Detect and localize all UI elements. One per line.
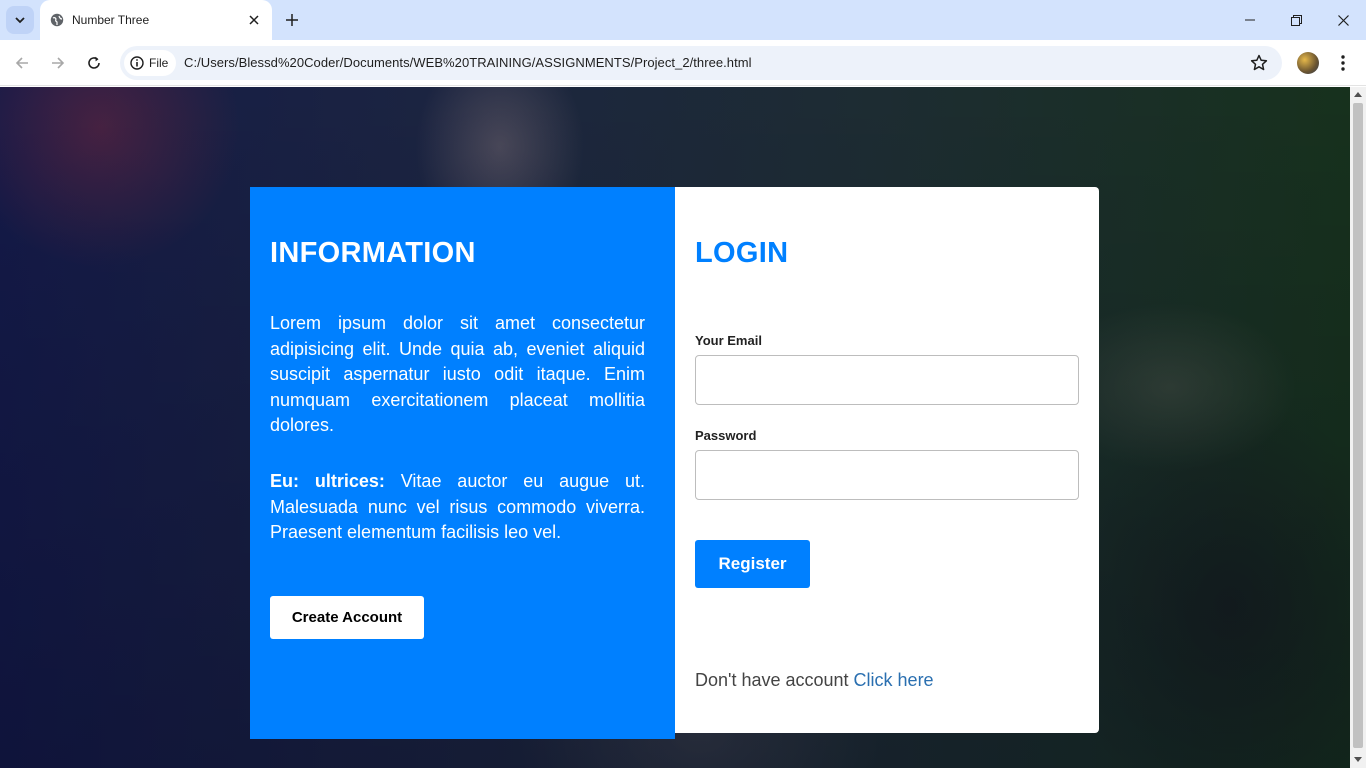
page-background: INFORMATION Lorem ipsum dolor sit amet c… [0,87,1350,768]
browser-menu-button[interactable] [1332,52,1354,74]
close-icon [1337,14,1349,26]
tab-search-button[interactable] [6,6,34,34]
minimize-icon [1245,19,1255,21]
reload-button[interactable] [80,49,108,77]
register-button[interactable]: Register [695,540,810,588]
new-tab-button[interactable] [282,10,302,30]
reload-icon [88,56,100,69]
paragraph-bold-lead: Eu: ultrices: [270,471,385,491]
arrow-left-icon [15,57,28,69]
back-button[interactable] [8,49,36,77]
email-label: Your Email [695,333,762,348]
restore-icon [1290,14,1302,26]
address-bar[interactable]: File C:/Users/Blessd%20Coder/Documents/W… [120,46,1282,80]
bookmark-star-icon[interactable] [1250,54,1268,72]
site-info-chip[interactable]: File [124,50,176,76]
url-text[interactable]: C:/Users/Blessd%20Coder/Documents/WEB%20… [184,55,752,70]
arrow-right-icon [52,57,65,69]
active-tab[interactable]: Number Three [40,0,272,40]
tab-strip: Number Three [0,0,1366,40]
vertical-scrollbar[interactable] [1350,87,1366,768]
create-account-button[interactable]: Create Account [270,596,424,639]
globe-icon [50,13,64,27]
profile-avatar[interactable] [1297,52,1319,74]
signup-prompt-text: Don't have account [695,670,854,690]
minimize-button[interactable] [1227,0,1273,40]
tab-title: Number Three [72,13,150,27]
tab-close-button[interactable] [244,10,264,30]
close-window-button[interactable] [1320,0,1366,40]
information-paragraph: Lorem ipsum dolor sit amet consectetur a… [270,313,645,436]
password-field[interactable] [695,450,1079,500]
chevron-down-icon [15,17,25,24]
information-panel: INFORMATION Lorem ipsum dolor sit amet c… [250,187,675,739]
scrollbar-thumb[interactable] [1353,103,1363,748]
more-vertical-icon [1341,55,1345,71]
login-heading: LOGIN [695,237,789,269]
plus-icon [286,14,298,26]
forward-button[interactable] [44,49,72,77]
password-label: Password [695,428,757,443]
site-info-label: File [149,56,169,70]
scroll-down-arrow-icon[interactable] [1354,757,1362,762]
info-icon [130,56,144,70]
information-heading: INFORMATION [270,237,476,269]
login-panel: LOGIN Your Email Password Register Don't… [675,187,1099,733]
signup-prompt: Don't have account Click here [695,670,934,691]
restore-button[interactable] [1273,0,1319,40]
scroll-up-arrow-icon[interactable] [1354,92,1362,97]
information-paragraph-secondary: Eu: ultrices: Vitae auctor eu augue ut. … [270,469,645,546]
browser-toolbar: File C:/Users/Blessd%20Coder/Documents/W… [0,40,1366,86]
signup-link[interactable]: Click here [854,670,934,690]
close-icon [249,15,259,25]
email-field[interactable] [695,355,1079,405]
